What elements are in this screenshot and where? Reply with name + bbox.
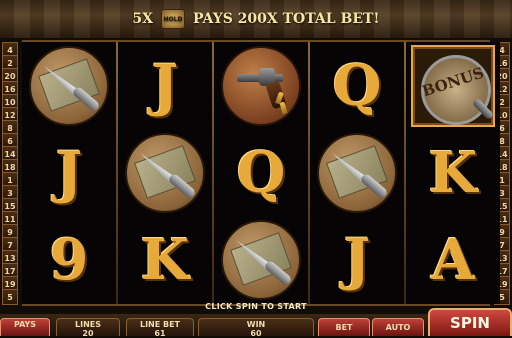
reel-symbol: A (406, 216, 500, 303)
reel-symbol: J (22, 129, 116, 216)
lines-selector[interactable]: LINES 20 (56, 318, 120, 338)
badge-icon: HOLD (161, 9, 186, 29)
knife-letter-icon (125, 132, 205, 213)
reel-2: JK (118, 42, 212, 304)
revolver-icon (221, 45, 301, 126)
auto-label: AUTO (385, 323, 411, 332)
letter-symbol: Q (332, 52, 382, 119)
spin-button[interactable]: SPIN (428, 308, 512, 336)
reel-symbol: K (406, 129, 500, 216)
reel-symbol: BONUS (406, 42, 500, 129)
letter-symbol: Q (236, 139, 286, 206)
reel-symbol (310, 129, 404, 216)
banner-multiplier: 5X (132, 11, 154, 27)
reel-1: J9 (22, 42, 116, 304)
bet-label: BET (335, 323, 353, 332)
lines-label: LINES (75, 320, 101, 329)
win-label: WIN (246, 320, 266, 329)
win-value: 60 (250, 329, 262, 338)
reel-symbol: J (118, 42, 212, 129)
reel-symbol (214, 42, 308, 129)
reel-symbol: Q (214, 129, 308, 216)
lines-value: 20 (82, 329, 94, 338)
reel-area[interactable]: J9 JK Q QJ BONUS K A (22, 40, 500, 306)
letter-symbol: J (343, 226, 371, 293)
bonus-magnifier-icon: BONUS (411, 44, 495, 127)
letter-symbol: 9 (49, 226, 89, 293)
reel-5: BONUS K A (406, 42, 500, 304)
line-bet-label: LINE BET (139, 320, 181, 329)
line-bet-value: 61 (154, 329, 166, 338)
paytable-button[interactable]: PAYS (0, 318, 50, 336)
reel-symbol: K (118, 216, 212, 303)
bet-button[interactable]: BET (318, 318, 370, 336)
win-display: WIN 60 (198, 318, 314, 338)
reel-symbol: Q (310, 42, 404, 129)
knife-letter-icon (221, 219, 301, 300)
knife-letter-icon (29, 45, 109, 126)
letter-symbol: J (55, 139, 83, 206)
jackpot-banner: 5X HOLD PAYS 200X TOTAL BET! (0, 8, 512, 30)
reel-symbol (118, 129, 212, 216)
reel-symbol (214, 216, 308, 303)
letter-symbol: J (151, 52, 179, 119)
spin-label: SPIN (450, 314, 490, 332)
reel-4: QJ (310, 42, 404, 304)
banner-pays-text: PAYS 200X TOTAL BET! (193, 11, 380, 27)
paytable-label: PAYS (13, 320, 37, 329)
reel-symbol: 9 (22, 216, 116, 303)
reel-3: Q (214, 42, 308, 304)
line-bet-selector[interactable]: LINE BET 61 (126, 318, 194, 338)
letter-symbol: A (431, 226, 475, 293)
reel-symbol: J (310, 216, 404, 303)
reel-symbol (22, 42, 116, 129)
letter-symbol: K (428, 139, 478, 206)
letter-symbol: K (140, 226, 190, 293)
auto-button[interactable]: AUTO (372, 318, 424, 336)
knife-letter-icon (317, 132, 397, 213)
